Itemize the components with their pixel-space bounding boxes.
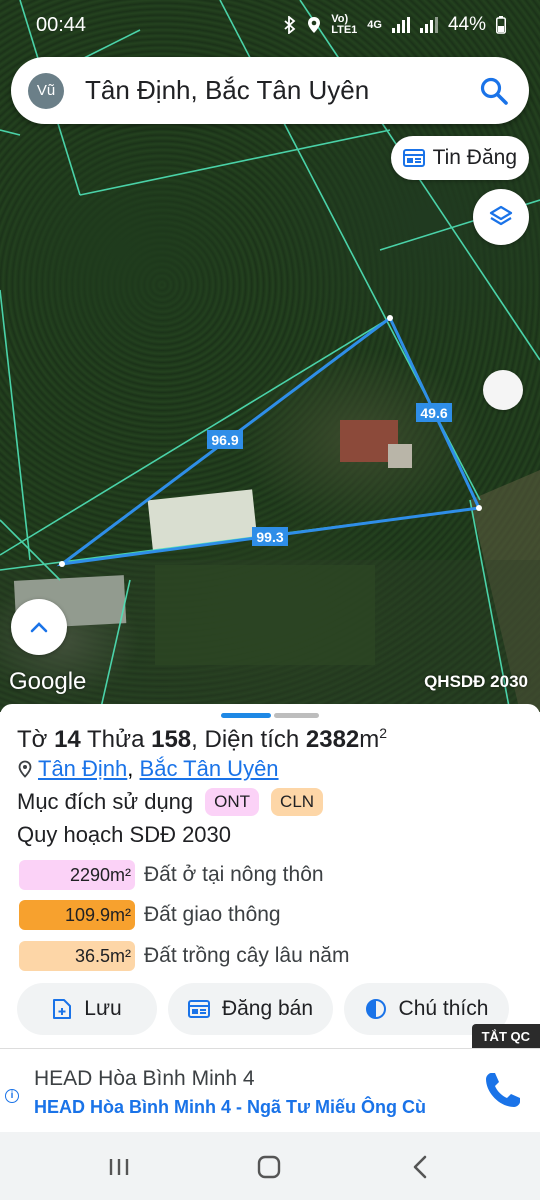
status-bar: 00:44 Vo) LTE1 4G 44% [0,0,540,52]
sheet-handle-active[interactable] [221,713,271,718]
map-handle-button[interactable] [483,370,523,410]
plan-item: 109.9m² Đất giao thông [19,900,281,930]
back-icon[interactable] [406,1152,436,1182]
legend-label: Chú thích [398,997,489,1020]
land-use-purpose: Mục đích sử dụng ONT CLN [17,788,324,816]
search-bar[interactable]: Vũ Tân Định, Bắc Tân Uyên [11,57,529,124]
plan-item: 36.5m² Đất trồng cây lâu năm [19,941,349,971]
listings-button[interactable]: Tin Đăng [390,136,529,180]
signal-icon [391,17,410,33]
plan-label: Đất ở tại nông thôn [144,863,324,886]
location-separator: , [127,756,134,781]
plan-area: 109.9m² [19,900,135,930]
post-sale-button[interactable]: Đăng bán [168,983,333,1035]
parcel-vertex[interactable] [59,561,65,567]
listings-label: Tin Đăng [432,146,517,169]
ad-subtitle[interactable]: HEAD Hòa Bình Minh 4 - Ngã Tư Miếu Ông C… [34,1097,426,1118]
ad-banner[interactable]: i HEAD Hòa Bình Minh 4 HEAD Hòa Bình Min… [0,1048,540,1132]
edge-length-label: 96.9 [211,432,238,448]
volte-indicator: Vo) LTE1 [331,13,358,36]
sheet-handle[interactable] [274,713,319,718]
parcel-title: Tờ 14 Thửa 158, Diện tích 2382m2 [17,725,387,754]
plan-item: 2290m² Đất ở tại nông thôn [19,860,324,890]
chevron-up-icon [30,622,48,633]
plan-layer-label: QHSDĐ 2030 [424,672,528,691]
plan-area: 36.5m² [19,941,135,971]
area-unit-exponent: 2 [379,725,388,741]
contrast-icon [365,999,386,1019]
system-nav-bar [0,1132,540,1200]
battery-icon [496,16,506,34]
status-icons: Vo) LTE1 4G 44% [283,14,506,36]
ward-link[interactable]: Tân Định [38,756,127,781]
listings-icon [402,149,425,167]
save-button[interactable]: Lưu [17,983,157,1035]
parcel-location: Tân Định, Bắc Tân Uyên [18,756,279,782]
plan-label: Đất giao thông [144,903,281,926]
plan-area: 2290m² [19,860,135,890]
ad-info-icon[interactable]: i [5,1089,19,1103]
home-icon[interactable] [254,1152,284,1182]
location-pin-icon [18,760,32,778]
location-icon [308,17,321,33]
edge-length-label: 49.6 [420,405,447,421]
recent-apps-icon[interactable] [104,1152,134,1182]
plan-label: Đất trồng cây lâu năm [144,944,350,967]
google-logo: Google [9,668,87,695]
bluetooth-icon [284,16,296,34]
lot-label: Thửa [87,726,145,753]
parcel-vertex[interactable] [387,315,393,321]
layers-icon [489,205,513,226]
add-file-icon [53,999,72,1019]
parcel-vertex[interactable] [476,505,482,511]
phone-icon[interactable] [478,1067,526,1115]
plan-title: Quy hoạch SDĐ 2030 [17,822,232,847]
parcel-info-sheet: Tờ 14 Thửa 158, Diện tích 2382m2 Tân Địn… [0,704,540,1050]
search-icon[interactable] [479,76,509,106]
roof-small [388,444,412,468]
status-time: 00:44 [36,14,87,36]
district-link[interactable]: Bắc Tân Uyên [140,756,279,781]
sheet-label: Tờ [17,726,48,753]
ad-title[interactable]: HEAD Hòa Bình Minh 4 [34,1067,255,1091]
sheet-number: 14 [54,726,81,753]
network-type: 4G [367,18,382,31]
area-unit: m [359,726,380,753]
signal-icon [419,17,438,33]
save-label: Lưu [84,997,122,1020]
avatar[interactable]: Vũ [28,73,64,109]
expand-up-button[interactable] [11,599,67,655]
area-label: , Diện tích [191,726,300,753]
edge-length-label: 99.3 [256,529,283,545]
purpose-label: Mục đích sử dụng [17,789,194,814]
purpose-tag-ont[interactable]: ONT [205,788,260,816]
search-input[interactable]: Tân Định, Bắc Tân Uyên [85,75,369,106]
layers-button[interactable] [473,189,529,245]
listing-icon [187,1000,210,1018]
action-bar: Lưu Đăng bán Chú thích [17,983,509,1035]
lot-number: 158 [151,726,192,753]
purpose-tag-cln[interactable]: CLN [271,788,324,816]
close-ad-button[interactable]: TẮT QC [471,1024,540,1050]
area-value: 2382 [305,726,360,753]
app-screen: 96.9 49.6 99.3 00:44 Vo) LTE1 4G 44% Vũ … [0,0,540,1200]
battery-percent: 44% [447,14,486,35]
post-sale-label: Đăng bán [221,997,314,1020]
